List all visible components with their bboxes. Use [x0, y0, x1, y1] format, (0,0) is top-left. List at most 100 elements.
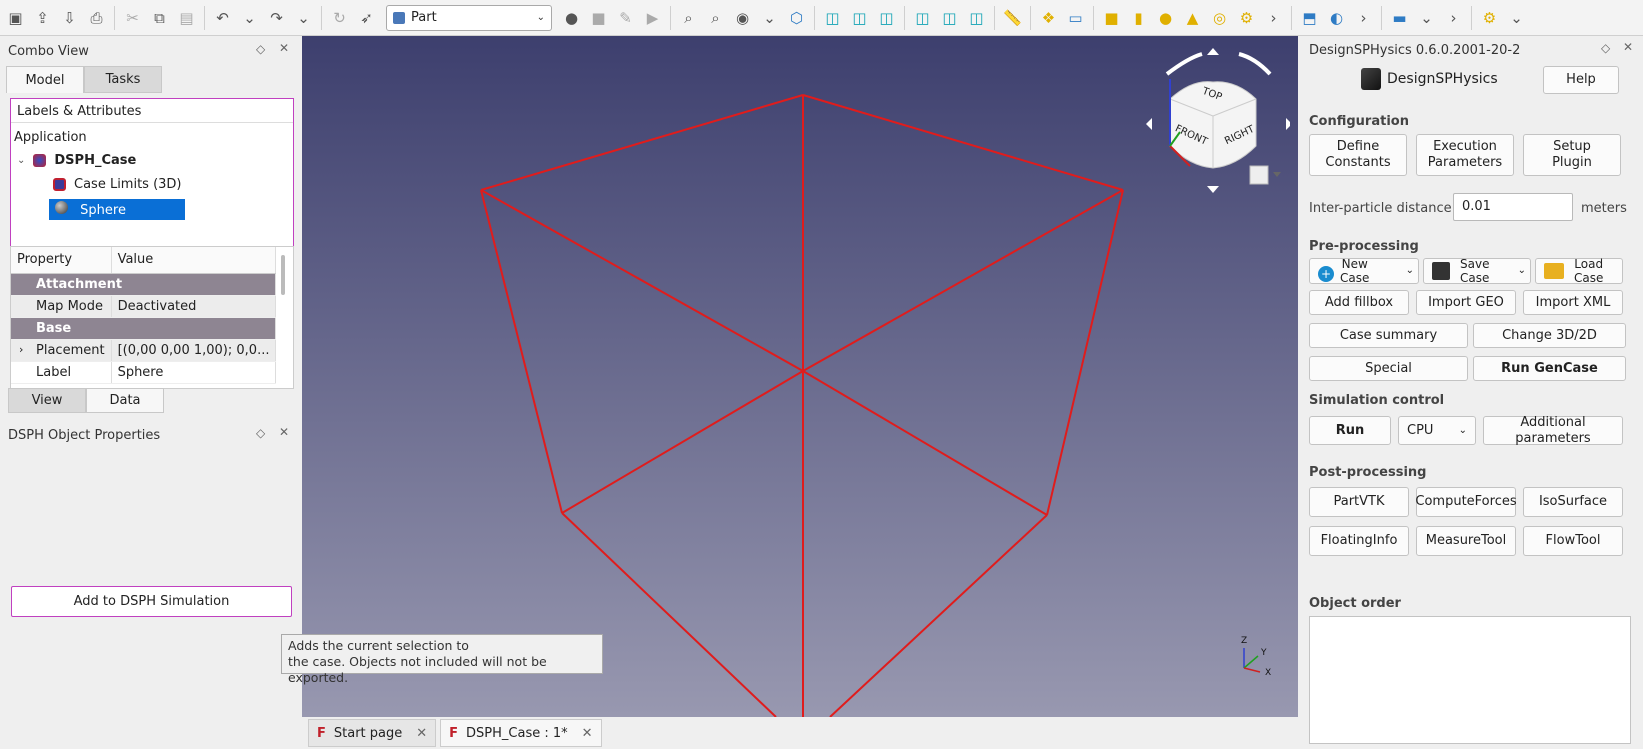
- view-right-icon[interactable]: ◫: [873, 4, 900, 31]
- view-box-icon[interactable]: ▬: [1386, 4, 1413, 31]
- print-icon[interactable]: ⎙: [83, 4, 110, 31]
- view-left-icon[interactable]: ◫: [963, 4, 990, 31]
- tree-item-sphere[interactable]: Sphere: [49, 199, 185, 220]
- special-button[interactable]: Special: [1309, 356, 1468, 381]
- copy-icon[interactable]: ⧉: [146, 4, 173, 31]
- torus-icon[interactable]: ◎: [1206, 4, 1233, 31]
- object-order-list[interactable]: [1309, 616, 1631, 744]
- property-value[interactable]: [(0,00 0,00 1,00); 0,0...: [111, 339, 277, 362]
- tab-dsph-case[interactable]: F DSPH_Case : 1* ✕: [440, 719, 602, 747]
- new-file-icon[interactable]: ▣: [2, 4, 29, 31]
- paste-icon[interactable]: ▤: [173, 4, 200, 31]
- chevron-down-icon[interactable]: ⌄: [290, 4, 317, 31]
- new-case-button[interactable]: + New Case ⌄: [1309, 257, 1419, 285]
- open-file-icon[interactable]: ⇪: [29, 4, 56, 31]
- chevron-right-icon[interactable]: ›: [1260, 4, 1287, 31]
- close-icon[interactable]: ✕: [582, 726, 593, 741]
- create-part-icon[interactable]: ❖: [1035, 4, 1062, 31]
- close-icon[interactable]: ✕: [1623, 40, 1633, 54]
- cut-icon[interactable]: ✂: [119, 4, 146, 31]
- 3d-viewport[interactable]: TOP FRONT RIGHT Z Y X: [302, 36, 1298, 718]
- create-group-icon[interactable]: ▭: [1062, 4, 1089, 31]
- draw-style-icon[interactable]: ◉: [729, 4, 756, 31]
- group-row-attachment[interactable]: Attachment: [11, 273, 277, 296]
- shape-builder-icon[interactable]: ◐: [1323, 4, 1350, 31]
- chevron-down-icon[interactable]: ⌄: [1518, 263, 1530, 279]
- run-gencase-button[interactable]: Run GenCase: [1473, 356, 1626, 381]
- setup-plugin-button[interactable]: Setup Plugin: [1523, 134, 1621, 176]
- save-file-icon[interactable]: ⇩: [56, 4, 83, 31]
- tab-view[interactable]: View: [8, 388, 86, 413]
- tab-start-page[interactable]: F Start page ✕: [308, 719, 437, 747]
- workbench-selector[interactable]: Part ⌄: [386, 4, 552, 31]
- chevron-down-icon[interactable]: ⌄: [1503, 4, 1530, 31]
- primitives-icon[interactable]: ⚙: [1233, 4, 1260, 31]
- cone-icon[interactable]: ▲: [1179, 4, 1206, 31]
- help-button[interactable]: Help: [1543, 66, 1619, 94]
- chevron-right-icon[interactable]: ›: [19, 343, 23, 356]
- load-case-button[interactable]: Load Case: [1535, 257, 1623, 285]
- selected-item[interactable]: Sphere: [49, 199, 185, 220]
- execution-parameters-button[interactable]: Execution Parameters: [1416, 134, 1514, 176]
- tree-item-dsph-case[interactable]: ⌄ DSPH_Case: [17, 153, 136, 168]
- chevron-down-icon[interactable]: ⌄: [17, 155, 25, 166]
- tab-tasks[interactable]: Tasks: [84, 66, 162, 93]
- box-icon[interactable]: ■: [1098, 4, 1125, 31]
- refresh-icon[interactable]: ↻: [326, 4, 353, 31]
- tab-model[interactable]: Model: [6, 66, 84, 93]
- view-isometric-icon[interactable]: ⬡: [783, 4, 810, 31]
- view-bottom-icon[interactable]: ◫: [936, 4, 963, 31]
- chevron-right-icon[interactable]: ›: [1440, 4, 1467, 31]
- edit-macro-icon[interactable]: ✎: [612, 4, 639, 31]
- close-icon[interactable]: ✕: [416, 726, 427, 741]
- group-row-base[interactable]: Base: [11, 317, 277, 340]
- chevron-down-icon[interactable]: ⌄: [1413, 4, 1440, 31]
- redo-icon[interactable]: ↷: [263, 4, 290, 31]
- device-select[interactable]: CPU ⌄: [1398, 416, 1476, 445]
- chevron-down-icon[interactable]: ⌄: [236, 4, 263, 31]
- float-icon[interactable]: ◇: [1601, 41, 1610, 55]
- computeforces-button[interactable]: ComputeForces: [1415, 487, 1517, 517]
- cylinder-icon[interactable]: ▮: [1125, 4, 1152, 31]
- measure-icon[interactable]: 📏: [999, 4, 1026, 31]
- sphere-icon[interactable]: ●: [1152, 4, 1179, 31]
- run-macro-icon[interactable]: ▶: [639, 4, 666, 31]
- view-rear-icon[interactable]: ◫: [909, 4, 936, 31]
- table-row[interactable]: › Placement [(0,00 0,00 1,00); 0,0...: [11, 339, 277, 362]
- boolean-icon[interactable]: ⬒: [1296, 4, 1323, 31]
- property-value[interactable]: Sphere: [111, 361, 277, 384]
- dp-input[interactable]: 0.01: [1453, 193, 1573, 221]
- define-constants-button[interactable]: Define Constants: [1309, 134, 1407, 176]
- chevron-down-icon[interactable]: ⌄: [756, 4, 783, 31]
- tree-item-case-limits[interactable]: Case Limits (3D): [53, 177, 182, 192]
- measuretool-button[interactable]: MeasureTool: [1416, 526, 1516, 556]
- flowtool-button[interactable]: FlowTool: [1523, 526, 1623, 556]
- scrollbar[interactable]: [281, 255, 285, 295]
- save-case-button[interactable]: Save Case ⌄: [1423, 257, 1531, 285]
- change-3d2d-button[interactable]: Change 3D/2D: [1473, 323, 1626, 348]
- close-icon[interactable]: ✕: [279, 425, 289, 439]
- float-icon[interactable]: ◇: [256, 42, 265, 56]
- chevron-right-icon[interactable]: ›: [1350, 4, 1377, 31]
- isosurface-button[interactable]: IsoSurface: [1523, 487, 1623, 517]
- view-front-icon[interactable]: ◫: [819, 4, 846, 31]
- zoom-fit-icon[interactable]: ⌕: [675, 4, 702, 31]
- zoom-select-icon[interactable]: ⌕: [702, 4, 729, 31]
- navigation-cube[interactable]: TOP FRONT RIGHT: [1140, 44, 1292, 194]
- whats-this-icon[interactable]: ➶: [353, 4, 380, 31]
- table-row[interactable]: Map Mode Deactivated: [11, 295, 277, 318]
- partvtk-button[interactable]: PartVTK: [1309, 487, 1409, 517]
- undo-icon[interactable]: ↶: [209, 4, 236, 31]
- screenshot-icon[interactable]: ⚙: [1476, 4, 1503, 31]
- import-xml-button[interactable]: Import XML: [1523, 290, 1623, 315]
- import-geo-button[interactable]: Import GEO: [1416, 290, 1516, 315]
- table-row[interactable]: Label Sphere: [11, 361, 277, 384]
- add-fillbox-button[interactable]: Add fillbox: [1309, 290, 1409, 315]
- view-top-icon[interactable]: ◫: [846, 4, 873, 31]
- record-macro-icon[interactable]: ●: [558, 4, 585, 31]
- chevron-down-icon[interactable]: ⌄: [1406, 263, 1418, 279]
- add-to-dsph-simulation-button[interactable]: Add to DSPH Simulation: [11, 586, 292, 617]
- stop-macro-icon[interactable]: ■: [585, 4, 612, 31]
- tab-data[interactable]: Data: [86, 388, 164, 413]
- close-icon[interactable]: ✕: [279, 41, 289, 55]
